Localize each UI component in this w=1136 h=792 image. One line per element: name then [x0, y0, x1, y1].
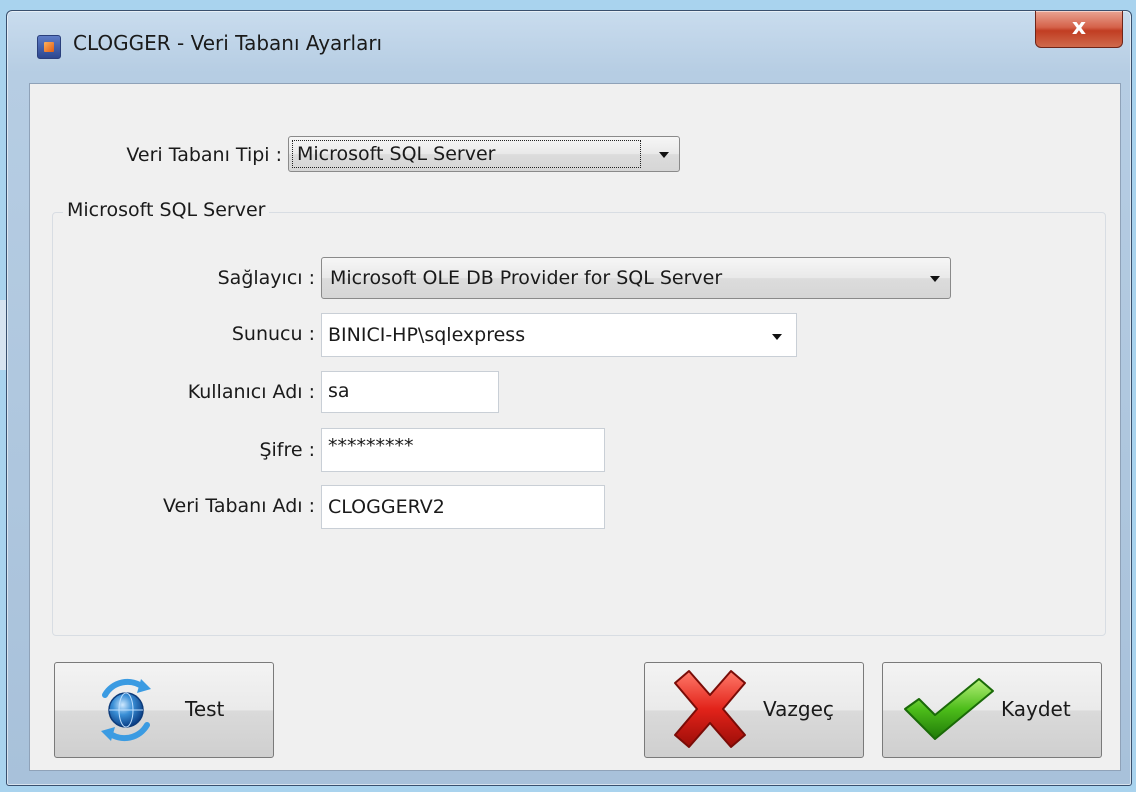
- provider-select[interactable]: Microsoft OLE DB Provider for SQL Server: [321, 257, 951, 299]
- refresh-globe-icon: [101, 678, 151, 742]
- chevron-down-icon: [659, 152, 669, 158]
- username-value: sa: [328, 380, 350, 402]
- chevron-down-icon: [930, 276, 940, 282]
- title-bar[interactable]: CLOGGER - Veri Tabanı Ayarları x: [7, 11, 1131, 81]
- server-label: Sunucu :: [231, 323, 315, 345]
- password-value: *********: [328, 435, 414, 457]
- app-icon[interactable]: [37, 35, 61, 59]
- db-type-value: Microsoft SQL Server: [297, 143, 496, 165]
- cancel-button-label: Vazgeç: [763, 697, 834, 721]
- password-field[interactable]: *********: [321, 428, 605, 472]
- dialog-window: CLOGGER - Veri Tabanı Ayarları x Veri Ta…: [6, 10, 1132, 786]
- groupbox-title: Microsoft SQL Server: [63, 199, 270, 221]
- test-button[interactable]: Test: [54, 662, 274, 758]
- username-label: Kullanıcı Adı :: [187, 381, 315, 403]
- chevron-down-icon[interactable]: [772, 334, 782, 340]
- save-button[interactable]: Kaydet: [882, 662, 1102, 758]
- db-type-select[interactable]: Microsoft SQL Server: [288, 136, 680, 172]
- close-button[interactable]: x: [1035, 11, 1123, 48]
- provider-value: Microsoft OLE DB Provider for SQL Server: [330, 267, 723, 289]
- db-type-label: Veri Tabanı Tipi :: [126, 144, 282, 166]
- green-check-icon: [904, 678, 994, 740]
- database-name-label: Veri Tabanı Adı :: [163, 495, 315, 517]
- provider-label: Sağlayıcı :: [217, 267, 315, 289]
- test-button-label: Test: [185, 697, 225, 721]
- red-x-icon: [674, 670, 746, 748]
- database-name-field[interactable]: CLOGGERV2: [321, 485, 605, 529]
- server-combo-field[interactable]: BINICI-HP\sqlexpress: [321, 313, 797, 357]
- window-title: CLOGGER - Veri Tabanı Ayarları: [73, 31, 383, 55]
- save-button-label: Kaydet: [1001, 697, 1071, 721]
- sql-server-groupbox: Microsoft SQL Server Sağlayıcı : Microso…: [52, 199, 1106, 636]
- username-field[interactable]: sa: [321, 371, 499, 413]
- dialog-client-area: Veri Tabanı Tipi : Microsoft SQL Server …: [29, 83, 1121, 771]
- server-value: BINICI-HP\sqlexpress: [328, 324, 526, 346]
- cancel-button[interactable]: Vazgeç: [644, 662, 864, 758]
- password-label: Şifre :: [259, 439, 315, 461]
- database-name-value: CLOGGERV2: [328, 496, 445, 518]
